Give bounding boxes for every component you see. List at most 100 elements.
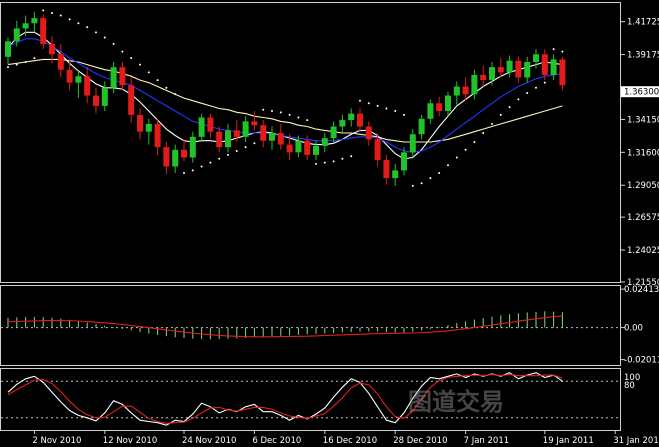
psar-dot [218, 157, 221, 160]
psar-dot [535, 86, 537, 89]
candle-up [172, 149, 179, 167]
psar-dot [156, 79, 159, 82]
current-price-marker: 1.36300 [621, 86, 659, 98]
current-price-label: 1.36300 [624, 88, 659, 98]
date-tick-label: 6 Dec 2010 [252, 436, 301, 446]
psar-dot [473, 141, 476, 143]
candle-up [189, 136, 196, 158]
price-tick-label: 1.29050 [627, 181, 659, 191]
date-tick-label: 19 Jan 2011 [543, 436, 594, 446]
price-axis-ticks: 1.41725 1.39175 1.34150 1.31600 1.29050 1.265… [621, 18, 659, 288]
candle-down [49, 43, 55, 55]
candle-down [84, 76, 91, 96]
psar-dot [385, 107, 388, 110]
psar-dot [543, 81, 546, 84]
macd-tick-label: 0.02413 [624, 285, 659, 295]
psar-dot [341, 157, 344, 160]
price-tick-label: 1.24025 [627, 246, 659, 256]
psar-dot [121, 50, 124, 53]
candle-down [40, 18, 47, 44]
candle-down [365, 126, 372, 140]
psar-dot [227, 153, 229, 156]
candle-up [269, 132, 275, 141]
psar-dot [209, 161, 212, 164]
candle-up [392, 170, 399, 179]
psar-dot [464, 148, 467, 151]
candle-down [497, 67, 504, 73]
psar-dot [271, 110, 273, 113]
candle-down [57, 54, 64, 70]
candle-down [163, 147, 170, 167]
macd-tick-label: -0.02011 [624, 356, 659, 366]
psar-dot [438, 171, 441, 174]
candle-down [233, 130, 240, 137]
candle-up [22, 23, 29, 29]
psar-dot [482, 131, 485, 134]
candle-up [313, 145, 319, 155]
candle-up [101, 87, 108, 106]
psar-dot [59, 14, 62, 17]
psar-dot [359, 99, 361, 102]
psar-dot [262, 108, 265, 111]
price-tick-label: 1.39175 [627, 51, 659, 61]
psar-dot [200, 165, 203, 168]
psar-dot [350, 155, 353, 158]
candle-up [75, 76, 82, 83]
candle-down [374, 139, 381, 161]
price-tick-label: 1.26575 [627, 213, 659, 223]
candle-up [31, 18, 38, 24]
candle-down [462, 86, 469, 95]
psar-dot [165, 86, 168, 89]
candle-up [225, 130, 231, 148]
candle-up [110, 67, 117, 88]
psar-dot [130, 57, 133, 60]
psar-dot [561, 50, 564, 53]
candle-down [119, 67, 126, 86]
psar-dot [191, 169, 194, 172]
psar-dot [33, 57, 36, 60]
candle-up [533, 54, 539, 62]
candle-up [524, 62, 531, 78]
psar-dot [15, 63, 18, 66]
forex-chart: 1.41725 1.39175 1.34150 1.31600 1.29050 1.265… [0, 0, 659, 447]
psar-dot [235, 150, 238, 153]
psar-dot [24, 61, 27, 63]
price-tick-label: 1.31600 [627, 148, 659, 158]
psar-dot [68, 18, 71, 21]
psar-dot [42, 9, 45, 12]
psar-dot [253, 142, 256, 145]
candle-down [383, 160, 390, 179]
candle-down [559, 59, 566, 86]
date-tick-label: 12 Nov 2010 [103, 436, 157, 446]
psar-dot [429, 177, 432, 180]
candle-up [550, 59, 557, 75]
candle-down [207, 117, 214, 132]
psar-dot [394, 110, 397, 113]
date-tick-label: 28 Dec 2010 [393, 436, 447, 446]
psar-dot [508, 106, 511, 109]
candle-up [242, 121, 249, 137]
candle-down [128, 85, 135, 115]
psar-dot [499, 113, 502, 116]
candle-up [445, 95, 451, 112]
candle-up [198, 117, 205, 137]
candle-down [260, 125, 267, 141]
psar-dot [288, 113, 291, 116]
candle-down [480, 74, 487, 81]
candle-up [418, 118, 425, 135]
macd-tick-label: 0.00 [624, 324, 643, 334]
psar-dot [95, 31, 97, 34]
date-tick-label: 31 Jan 2011 [613, 436, 659, 446]
candle-down [436, 103, 443, 112]
candle-down [515, 60, 522, 78]
psar-dot [183, 171, 185, 174]
candle-down [93, 95, 99, 106]
candle-down [66, 69, 73, 83]
candle-up [471, 74, 478, 95]
psar-dot [244, 146, 247, 149]
psar-dot [332, 160, 335, 163]
candle-down [181, 149, 187, 158]
candle-up [427, 103, 434, 119]
psar-dot [174, 93, 177, 96]
candle-up [330, 126, 337, 139]
